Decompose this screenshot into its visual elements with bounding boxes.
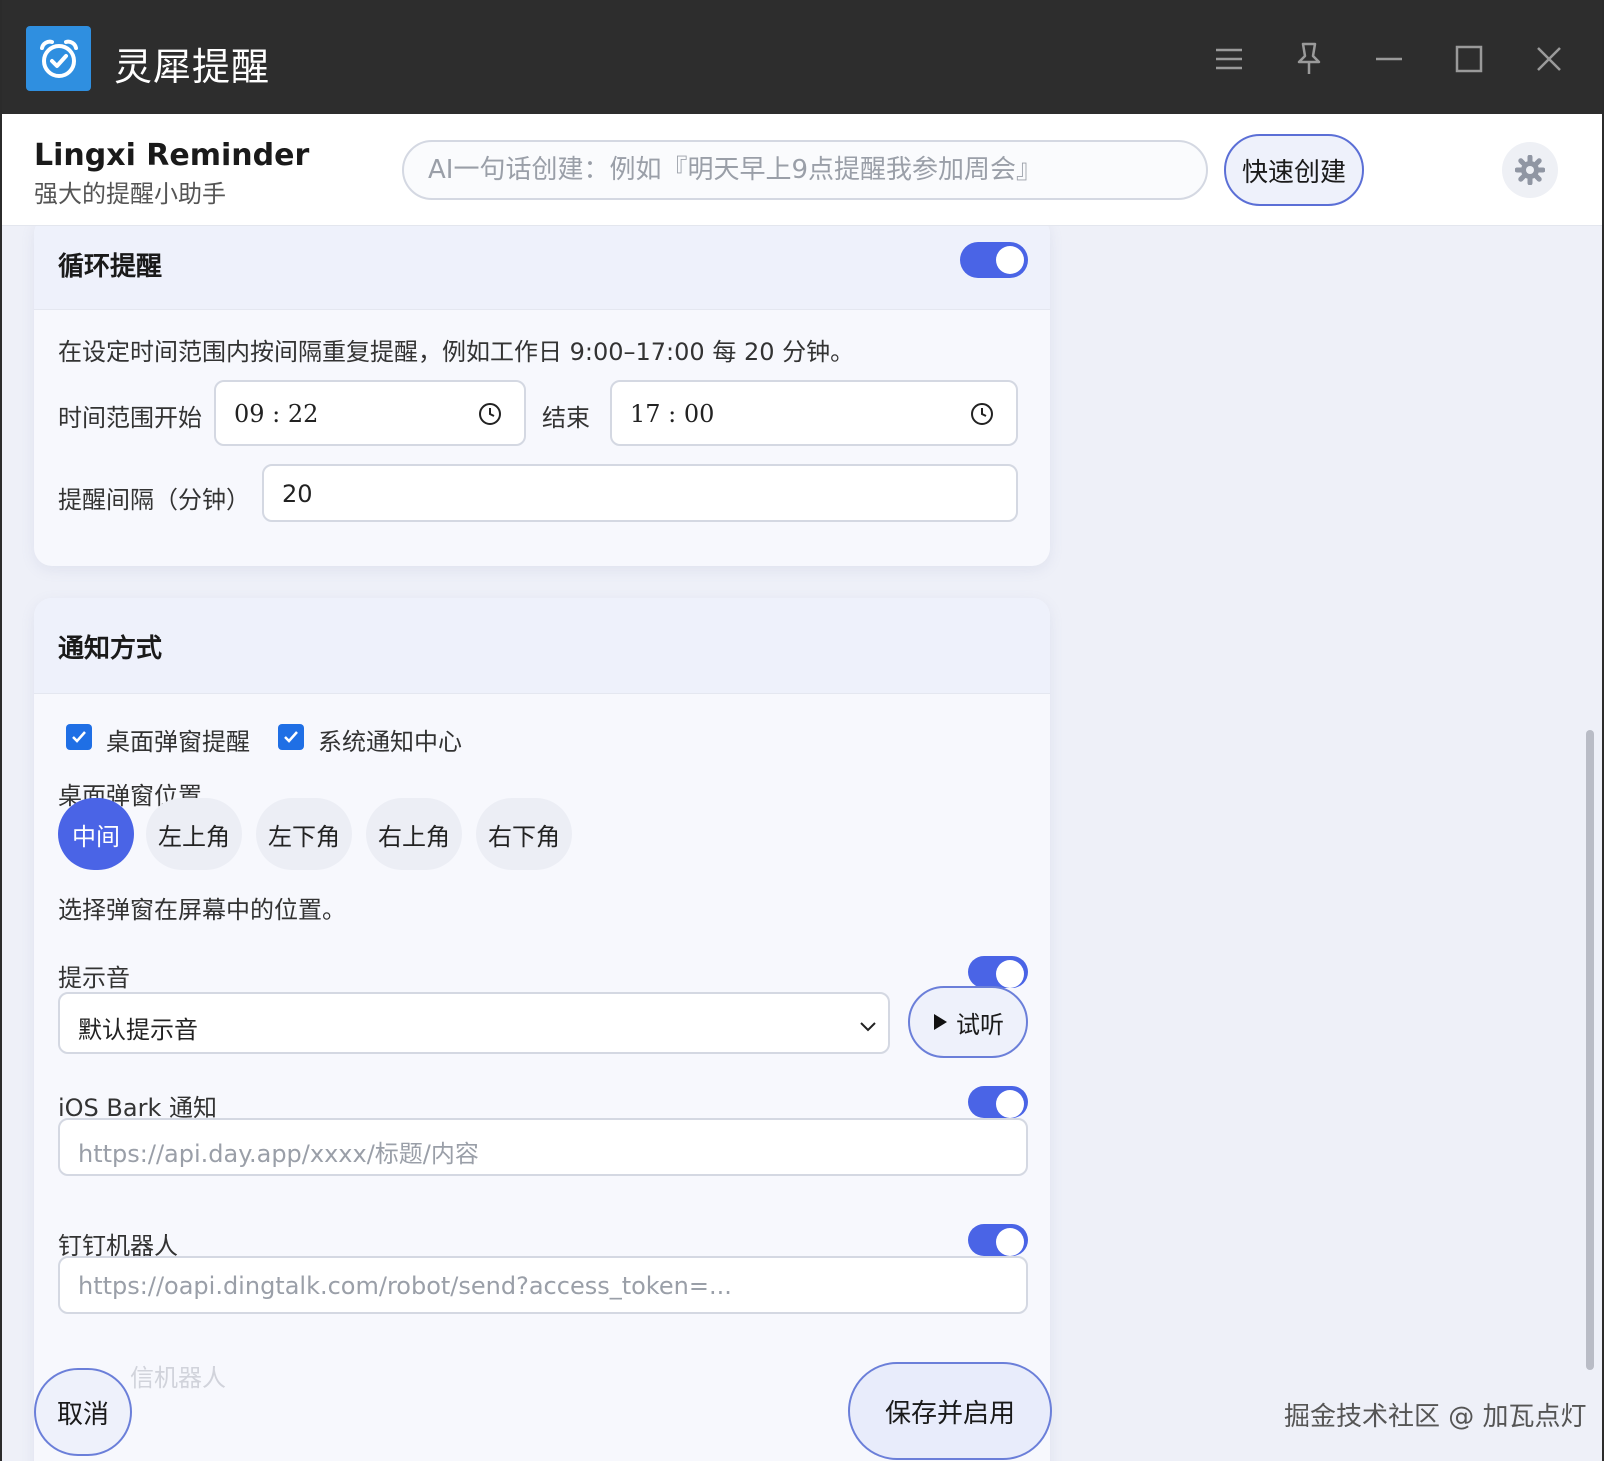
- bark-url-input[interactable]: https://api.day.app/xxxx/标题/内容: [58, 1118, 1028, 1176]
- bark-url-placeholder: https://api.day.app/xxxx/标题/内容: [78, 1140, 479, 1168]
- position-center[interactable]: 中间: [58, 798, 134, 870]
- dingtalk-toggle[interactable]: [968, 1224, 1028, 1256]
- sound-toggle[interactable]: [968, 956, 1028, 988]
- ai-create-input[interactable]: [402, 140, 1208, 200]
- system-center-label: 系统通知中心: [318, 728, 462, 756]
- menu-icon[interactable]: [1204, 34, 1254, 84]
- settings-gear-icon[interactable]: [1502, 142, 1558, 198]
- clock-icon[interactable]: [478, 402, 502, 426]
- sound-select[interactable]: 默认提示音: [58, 992, 890, 1054]
- position-pills: 中间 左上角 左下角 右上角 右下角: [58, 798, 658, 870]
- desktop-popup-checkbox[interactable]: [66, 724, 92, 750]
- main-content: 循环提醒 在设定时间范围内按间隔重复提醒，例如工作日 9:00–17:00 每 …: [2, 226, 1602, 1461]
- start-time-value: 09 : 22: [234, 400, 319, 428]
- alarm-clock-logo-icon: [26, 26, 91, 91]
- loop-reminder-card: 循环提醒 在设定时间范围内按间隔重复提醒，例如工作日 9:00–17:00 每 …: [34, 226, 1050, 566]
- loop-reminder-toggle[interactable]: [960, 242, 1028, 278]
- title-bar: 灵犀提醒: [2, 0, 1602, 114]
- bark-toggle[interactable]: [968, 1086, 1028, 1118]
- quick-create-button[interactable]: 快速创建: [1224, 134, 1364, 206]
- watermark: 掘金技术社区 @ 加瓦点灯: [1284, 1402, 1587, 1432]
- app-header: Lingxi Reminder 强大的提醒小助手 快速创建: [2, 114, 1602, 226]
- play-icon: [934, 1014, 947, 1030]
- loop-description: 在设定时间范围内按间隔重复提醒，例如工作日 9:00–17:00 每 20 分钟…: [58, 338, 855, 366]
- dingtalk-url-input[interactable]: https://oapi.dingtalk.com/robot/send?acc…: [58, 1256, 1028, 1314]
- interval-input[interactable]: 20: [262, 464, 1018, 522]
- brand-name: Lingxi Reminder: [34, 138, 310, 173]
- sound-select-value: 默认提示音: [78, 1016, 198, 1044]
- start-time-label: 时间范围开始: [58, 404, 202, 432]
- notify-title: 通知方式: [58, 634, 163, 664]
- position-hint: 选择弹窗在屏幕中的位置。: [58, 896, 346, 924]
- position-top-left[interactable]: 左上角: [146, 798, 242, 870]
- save-enable-button[interactable]: 保存并启用: [848, 1362, 1052, 1460]
- listen-button[interactable]: 试听: [908, 986, 1028, 1058]
- app-window: 灵犀提醒 Lingxi Reminder 强大的提醒小助手 快速创建: [2, 0, 1602, 1461]
- end-time-label: 结束: [542, 404, 590, 432]
- maximize-icon[interactable]: [1444, 34, 1494, 84]
- start-time-field[interactable]: 09 : 22: [214, 380, 526, 446]
- end-time-field[interactable]: 17 : 00: [610, 380, 1018, 446]
- loop-card-header: 循环提醒: [34, 226, 1050, 310]
- app-title: 灵犀提醒: [114, 45, 271, 89]
- dingtalk-url-placeholder: https://oapi.dingtalk.com/robot/send?acc…: [78, 1272, 732, 1300]
- listen-label: 试听: [956, 1010, 1004, 1039]
- chevron-down-icon: [860, 1022, 876, 1032]
- sound-label: 提示音: [58, 964, 130, 992]
- clock-icon[interactable]: [970, 402, 994, 426]
- interval-label: 提醒间隔（分钟）: [58, 486, 250, 514]
- desktop-popup-label: 桌面弹窗提醒: [106, 728, 250, 756]
- scrollbar[interactable]: [1586, 730, 1594, 1370]
- notification-card: 通知方式 桌面弹窗提醒 系统通知中心 桌面弹窗位置 中间 左上角 左下角 右上角…: [34, 598, 1050, 1461]
- system-center-checkbox[interactable]: [278, 724, 304, 750]
- partial-robot-label: 信机器人: [130, 1364, 226, 1392]
- pin-icon[interactable]: [1284, 34, 1334, 84]
- notify-card-header: 通知方式: [34, 598, 1050, 694]
- position-bottom-left[interactable]: 左下角: [256, 798, 352, 870]
- brand-subtitle: 强大的提醒小助手: [34, 180, 226, 208]
- end-time-value: 17 : 00: [630, 400, 715, 428]
- cancel-button[interactable]: 取消: [34, 1368, 132, 1456]
- minimize-icon[interactable]: [1364, 34, 1414, 84]
- position-top-right[interactable]: 右上角: [366, 798, 462, 870]
- loop-reminder-title: 循环提醒: [58, 252, 163, 282]
- interval-value: 20: [282, 480, 313, 508]
- position-bottom-right[interactable]: 右下角: [476, 798, 572, 870]
- close-icon[interactable]: [1524, 34, 1574, 84]
